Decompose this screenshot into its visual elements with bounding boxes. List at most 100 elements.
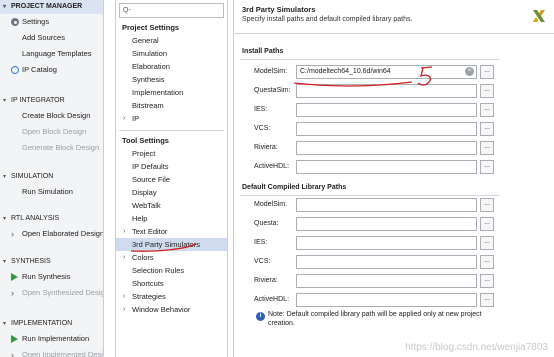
tree-item-3rd-party-simulators[interactable]: 3rd Party Simulators — [116, 238, 227, 251]
chevron-down-icon[interactable]: ▾ — [3, 317, 11, 331]
tree-item-synthesis[interactable]: Synthesis — [116, 73, 227, 86]
tree-item-display[interactable]: Display — [116, 186, 227, 199]
chevron-down-icon[interactable]: ▾ — [3, 94, 11, 108]
tree-item-selection-rules[interactable]: Selection Rules — [116, 264, 227, 277]
library-paths-title: Default Compiled Library Paths — [242, 184, 347, 191]
chevron-right-icon: › — [11, 229, 14, 239]
nav-item-open-implemented-design[interactable]: › Open Implemented Design — [0, 347, 103, 357]
tree-item-elaboration[interactable]: Elaboration — [116, 60, 227, 73]
path-label: ModelSim: — [254, 201, 288, 208]
chevron-down-icon[interactable]: ▾ — [3, 212, 11, 226]
tree-item-colors[interactable]: › Colors — [116, 251, 227, 264]
tree-item-text-editor[interactable]: › Text Editor — [116, 225, 227, 238]
nav-section-simulation[interactable]: ▾ SIMULATION — [0, 170, 103, 184]
path-row: VCS:... — [234, 255, 554, 271]
chevron-down-icon[interactable]: ▾ — [3, 0, 11, 14]
path-input[interactable] — [296, 255, 477, 269]
browse-button[interactable]: ... — [480, 65, 494, 79]
path-input[interactable]: C:/modeltech64_10.6d/win64 — [296, 65, 477, 79]
nav-section-project-manager[interactable]: ▾ PROJECT MANAGER — [0, 0, 103, 14]
nav-item-label: Run Simulation — [22, 187, 73, 196]
nav-item-run-synthesis[interactable]: Run Synthesis — [0, 269, 103, 285]
tree-item-source-file[interactable]: Source File — [116, 173, 227, 186]
browse-button[interactable]: ... — [480, 198, 494, 212]
tree-item-label: Project — [132, 149, 156, 158]
path-input[interactable] — [296, 141, 477, 155]
browse-button[interactable]: ... — [480, 274, 494, 288]
tree-item-project[interactable]: Project — [116, 147, 227, 160]
tool-settings-heading: Tool Settings — [122, 136, 169, 145]
nav-item-run-implementation[interactable]: Run Implementation — [0, 331, 103, 347]
tree-item-webtalk[interactable]: WebTalk — [116, 199, 227, 212]
browse-button[interactable]: ... — [480, 293, 494, 307]
tree-item-label: Source File — [132, 175, 170, 184]
chevron-down-icon[interactable]: ▾ — [3, 255, 11, 269]
tree-divider — [119, 125, 224, 131]
nav-section-title: RTL ANALYSIS — [11, 215, 60, 222]
nav-item-generate-block-design[interactable]: Generate Block Design — [0, 140, 103, 156]
path-row: VCS:... — [234, 122, 554, 138]
path-row: IES:... — [234, 236, 554, 252]
search-input[interactable]: Q- — [119, 3, 224, 18]
nav-item-create-block-design[interactable]: Create Block Design — [0, 108, 103, 124]
path-label: IES: — [254, 239, 268, 246]
chevron-right-icon[interactable]: › — [123, 290, 125, 303]
tree-item-implementation[interactable]: Implementation — [116, 86, 227, 99]
nav-item-run-simulation[interactable]: Run Simulation — [0, 184, 103, 200]
nav-item-open-block-design[interactable]: Open Block Design — [0, 124, 103, 140]
path-input[interactable] — [296, 103, 477, 117]
browse-button[interactable]: ... — [480, 255, 494, 269]
browse-button[interactable]: ... — [480, 141, 494, 155]
path-input[interactable] — [296, 198, 477, 212]
tree-item-help[interactable]: Help — [116, 212, 227, 225]
chevron-right-icon[interactable]: › — [123, 251, 125, 264]
nav-section-rtl-analysis[interactable]: ▾ RTL ANALYSIS — [0, 212, 103, 226]
tree-item-simulation[interactable]: Simulation — [116, 47, 227, 60]
nav-item-label: Language Templates — [22, 49, 92, 58]
path-input[interactable] — [296, 84, 477, 98]
tree-item-label: General — [132, 36, 159, 45]
browse-button[interactable]: ... — [480, 160, 494, 174]
nav-item-label: Create Block Design — [22, 111, 91, 120]
nav-item-open-synthesized-design[interactable]: › Open Synthesized Design — [0, 285, 103, 301]
path-row: Riviera:... — [234, 274, 554, 290]
chevron-right-icon[interactable]: › — [123, 112, 125, 125]
path-input[interactable] — [296, 236, 477, 250]
browse-button[interactable]: ... — [480, 103, 494, 117]
path-input[interactable] — [296, 274, 477, 288]
clear-icon[interactable]: × — [465, 67, 474, 76]
browse-button[interactable]: ... — [480, 236, 494, 250]
nav-section-synthesis[interactable]: ▾ SYNTHESIS — [0, 255, 103, 269]
tree-item-general[interactable]: General — [116, 34, 227, 47]
path-label: ActiveHDL: — [254, 163, 290, 170]
chevron-right-icon[interactable]: › — [123, 303, 125, 316]
tree-item-strategies[interactable]: › Strategies — [116, 290, 227, 303]
chevron-down-icon[interactable]: ▾ — [3, 170, 11, 184]
nav-item-add-sources[interactable]: Add Sources — [0, 30, 103, 46]
path-input[interactable] — [296, 160, 477, 174]
path-input[interactable] — [296, 217, 477, 231]
path-input[interactable] — [296, 122, 477, 136]
tree-item-window-behavior[interactable]: › Window Behavior — [116, 303, 227, 316]
chevron-right-icon[interactable]: › — [123, 225, 125, 238]
tree-item-shortcuts[interactable]: Shortcuts — [116, 277, 227, 290]
tree-item-label: Colors — [132, 253, 154, 262]
tree-item-label: Bitstream — [132, 101, 164, 110]
watermark: https://blog.csdn.net/wenjia7803 — [405, 342, 548, 353]
nav-item-settings[interactable]: Settings — [0, 14, 103, 30]
nav-item-language-templates[interactable]: Language Templates — [0, 46, 103, 62]
path-row: ModelSim:... — [234, 198, 554, 214]
tree-item-bitstream[interactable]: Bitstream — [116, 99, 227, 112]
browse-button[interactable]: ... — [480, 122, 494, 136]
nav-item-ip-catalog[interactable]: IP Catalog — [0, 62, 103, 78]
path-label: QuestaSim: — [254, 87, 291, 94]
nav-item-open-elaborated-design[interactable]: › Open Elaborated Design — [0, 226, 103, 242]
tree-item-ip[interactable]: › IP — [116, 112, 227, 125]
browse-button[interactable]: ... — [480, 84, 494, 98]
nav-section-implementation[interactable]: ▾ IMPLEMENTATION — [0, 317, 103, 331]
browse-button[interactable]: ... — [480, 217, 494, 231]
nav-section-ip-integrator[interactable]: ▾ IP INTEGRATOR — [0, 94, 103, 108]
path-input[interactable] — [296, 293, 477, 307]
play-icon — [11, 273, 18, 281]
tree-item-ip-defaults[interactable]: IP Defaults — [116, 160, 227, 173]
